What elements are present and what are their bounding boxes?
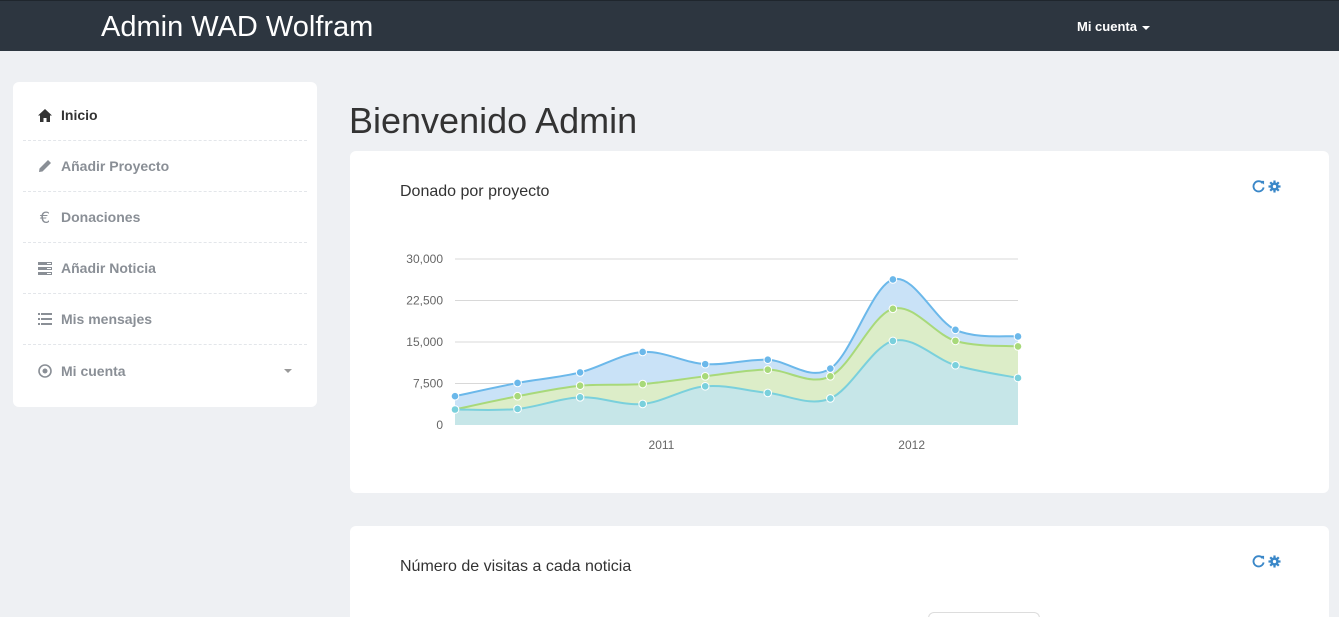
data-point [700,372,710,381]
x-tick-label: 2011 [649,438,675,452]
page-title: Bienvenido Admin [349,100,638,141]
tasks-icon [37,260,53,276]
sidebar-item-label: Inicio [61,107,98,123]
sidebar: Inicio Añadir Proyecto € Donaciones Añad… [13,82,317,407]
top-navbar: Admin WAD Wolfram Mi cuenta [0,0,1339,51]
home-icon [37,107,53,123]
account-menu[interactable]: Mi cuenta [1077,19,1150,34]
sidebar-item-mi-cuenta[interactable]: Mi cuenta [23,345,307,396]
caret-down-icon [284,369,292,373]
data-point [826,372,835,381]
sidebar-item-label: Donaciones [61,209,141,225]
y-tick-label: 22,500 [406,294,443,308]
sidebar-item-label: Añadir Proyecto [61,158,170,174]
chart-legend-stub [928,612,1040,617]
data-point [575,381,585,391]
account-menu-label: Mi cuenta [1077,19,1137,34]
settings-icon[interactable] [1268,555,1281,568]
sidebar-item-inicio[interactable]: Inicio [23,90,307,141]
data-point [1013,373,1023,383]
caret-down-icon [1141,25,1150,30]
data-point [450,391,460,401]
data-point [888,304,898,314]
donations-panel: Donado por proyecto 0 7,500 15,000 22,500 30… [350,151,1329,493]
data-point [700,359,710,369]
refresh-icon[interactable] [1252,555,1265,568]
data-point [951,360,960,370]
sidebar-item-label: Mi cuenta [61,362,126,379]
sidebar-item-mis-mensajes[interactable]: Mis mensajes [23,294,307,345]
y-tick-label: 30,000 [406,252,443,266]
sidebar-item-anadir-noticia[interactable]: Añadir Noticia [23,243,307,294]
visits-panel: Número de visitas a cada noticia [350,526,1329,617]
data-point [826,394,835,403]
brand-title[interactable]: Admin WAD Wolfram [101,11,373,44]
y-tick-label: 7,500 [413,377,443,391]
data-point [763,388,773,398]
data-point [513,391,522,401]
data-point [700,381,710,391]
sidebar-item-label: Añadir Noticia [61,260,156,276]
data-point [951,325,960,335]
y-tick-label: 0 [436,418,443,432]
data-point [450,405,460,414]
data-point [1013,332,1023,341]
data-point [575,368,585,377]
data-point [638,379,647,389]
y-tick-label: 15,000 [406,335,443,349]
data-point [888,275,898,284]
data-point [513,378,522,388]
data-point [826,364,835,373]
pencil-icon [37,158,53,174]
panel-title: Número de visitas a cada noticia [400,558,632,575]
data-point [888,336,898,346]
area-chart: 0 7,500 15,000 22,500 30,000 2011 2012 [406,252,1023,452]
x-tick-label: 2012 [898,438,925,452]
data-point [513,404,522,414]
data-point [638,347,647,357]
sidebar-item-label: Mis mensajes [61,311,153,327]
sidebar-item-anadir-proyecto[interactable]: Añadir Proyecto [23,141,307,192]
data-point [575,393,585,402]
data-point [763,355,773,365]
list-icon [37,311,53,327]
euro-icon: € [39,207,51,227]
record-icon [37,363,53,379]
data-point [638,399,647,409]
data-point [951,336,960,346]
panel-tools [1252,555,1281,568]
data-point [763,365,773,374]
data-point [1013,342,1023,351]
sidebar-item-donaciones[interactable]: € Donaciones [23,192,307,243]
